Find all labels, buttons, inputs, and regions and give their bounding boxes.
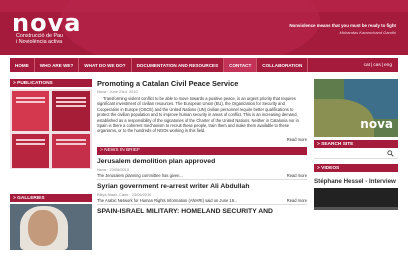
cover-title-line — [56, 97, 86, 99]
cover-title-line — [56, 139, 86, 141]
cover-title-line — [16, 101, 45, 103]
nav-item-collaboration[interactable]: COLLABORATION — [257, 58, 309, 72]
news-item-title[interactable]: SPAIN-ISRAEL MILITARY: HOMELAND SECURITY… — [97, 208, 307, 216]
map-banner[interactable]: nova — [314, 79, 398, 137]
map-logo: nova — [360, 117, 393, 131]
lang-cas-link[interactable]: cas — [372, 63, 381, 68]
logo-subtitle-line2: i Noviolència activa — [16, 39, 63, 45]
article-body: Transforming violent conflict to be able… — [97, 96, 299, 134]
search-input[interactable] — [314, 148, 398, 159]
lang-eng-link[interactable]: eng — [383, 63, 393, 68]
article-read-more-link[interactable]: Read more — [97, 137, 307, 142]
nav-item-what-do-we-do[interactable]: WHAT DO WE DO? — [79, 58, 132, 72]
publication-cover[interactable] — [12, 134, 49, 168]
news-item-title[interactable]: Syrian government re-arrest writer Ali A… — [97, 183, 307, 191]
news-item-meta: Nova · 23/06/2010 — [97, 166, 130, 172]
news-item-summary-row: The Jerusalem planning committee has giv… — [97, 173, 307, 180]
search-icon[interactable] — [387, 150, 394, 157]
article-title[interactable]: Promoting a Catalan Civil Peace Service — [97, 79, 307, 88]
news-item-read-more-link[interactable]: Read more — [287, 198, 307, 203]
cover-title-line — [16, 143, 45, 145]
main-nav: HOME WHO ARE WE? WHAT DO WE DO? DOCUMENT… — [0, 58, 408, 72]
video-player[interactable] — [314, 188, 398, 210]
news-item-summary: The Arabic Network for Human Rights Info… — [97, 197, 238, 203]
news-item-meta: Bitiya Mawr, Cairo · 23/06/2010 — [97, 191, 152, 197]
nav-item-who-are-we[interactable]: WHO ARE WE? — [35, 58, 80, 72]
photo-face — [28, 210, 58, 246]
left-sidebar: > PUBLICATIONS > GALLERIES — [10, 79, 92, 250]
video-controls-bar[interactable] — [314, 207, 398, 210]
news-item-summary: The Jerusalem planning committee has giv… — [97, 172, 183, 178]
nav-item-home[interactable]: HOME — [10, 58, 35, 72]
cover-title-line — [56, 105, 86, 107]
header-quote-author: Mohandas Karamchand Gandhi — [339, 30, 396, 35]
main-content: Promoting a Catalan Civil Peace Service … — [97, 79, 307, 216]
cover-title-line — [16, 97, 45, 99]
videos-header: > VIDEOS — [314, 164, 398, 172]
cover-title-line — [16, 139, 45, 141]
news-item-title[interactable]: Jerusalem demolition plan approved — [97, 158, 307, 166]
publications-covers — [10, 89, 92, 169]
news-item-summary-row: The Arabic Network for Human Rights Info… — [97, 198, 307, 205]
publications-header[interactable]: > PUBLICATIONS — [10, 79, 92, 87]
language-switcher: cat | cas | eng — [363, 62, 393, 68]
news-in-brief-header: > NEWS IN BRIEF — [97, 146, 307, 155]
cover-title-line — [56, 143, 86, 145]
header-decoration — [60, 0, 320, 55]
galleries-header[interactable]: > GALLERIES — [10, 194, 92, 202]
site-logo[interactable]: nova — [12, 11, 81, 35]
article-meta: Nova · June 23rd, 2010 — [97, 89, 138, 94]
nav-item-documentation[interactable]: DOCUMENTATION AND RESOURCES — [132, 58, 225, 72]
news-item-read-more-link[interactable]: Read more — [287, 173, 307, 178]
search-site-header: > SEARCH SITE — [314, 140, 398, 148]
nav-item-contact[interactable]: CONTACT — [224, 58, 258, 72]
cover-title-line — [56, 101, 86, 103]
right-sidebar: nova > SEARCH SITE > VIDEOS Stéphane Hes… — [314, 79, 398, 210]
publication-cover[interactable] — [52, 134, 90, 168]
site-header: nova Construcció de Pau i Noviolència ac… — [0, 0, 408, 55]
header-quote: Nonviolence means that you must be ready… — [289, 23, 396, 28]
publication-cover[interactable] — [12, 91, 49, 131]
video-title[interactable]: Stéphane Hessel - Interview — [314, 178, 398, 185]
gallery-photo[interactable] — [10, 204, 92, 250]
lang-cat-link[interactable]: cat — [363, 63, 371, 68]
nav-bar: HOME WHO ARE WE? WHAT DO WE DO? DOCUMENT… — [10, 58, 398, 72]
publication-cover[interactable] — [52, 91, 90, 131]
